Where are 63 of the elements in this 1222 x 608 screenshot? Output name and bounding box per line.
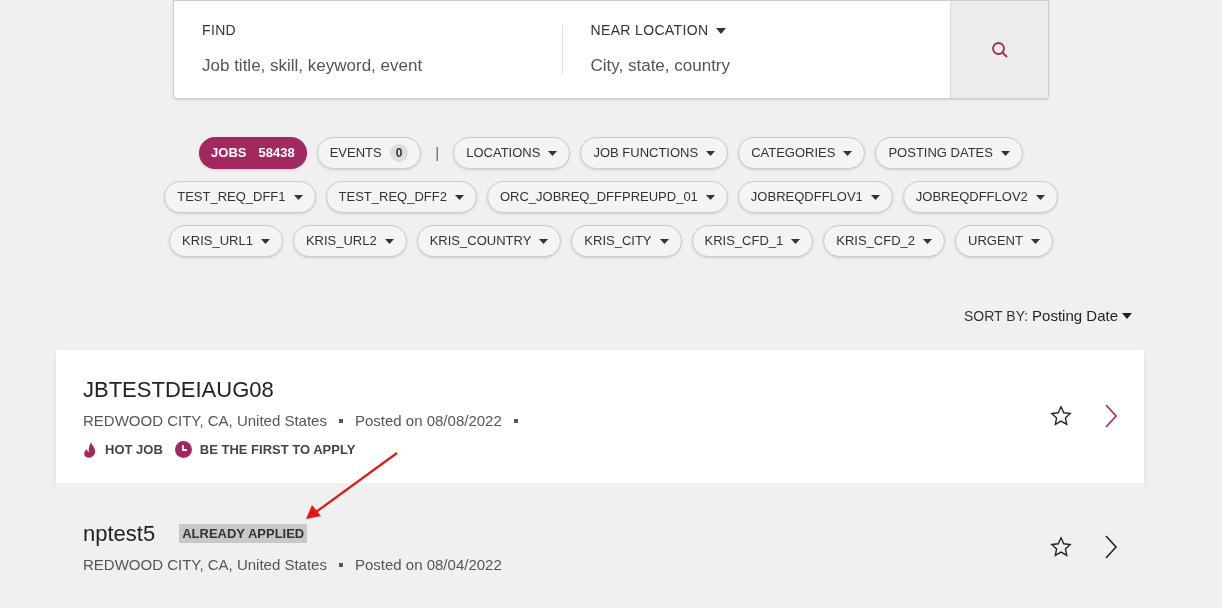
clock-icon xyxy=(174,441,192,459)
bullet-icon xyxy=(338,418,343,423)
job-tag: BE THE FIRST TO APPLY xyxy=(199,440,356,460)
filter-dropdown[interactable]: CATEGORIES xyxy=(738,137,866,169)
filter-dropdown[interactable]: JOBREQDFFLOV2 xyxy=(902,181,1058,213)
caret-icon xyxy=(1000,150,1010,156)
separator: | xyxy=(434,142,441,163)
filter-dropdown[interactable]: KRIS_CFD_1 xyxy=(691,225,814,257)
filter-dropdown[interactable]: KRIS_URL1 xyxy=(169,225,283,257)
job-card[interactable]: JBTESTDEIAUG08 REDWOOD CITY, CA, United States Posted on 08/08/2022 HOT JOB BE THE FIRST TO APPLY xyxy=(56,349,1144,483)
caret-icon xyxy=(384,238,394,244)
caret-icon xyxy=(843,150,853,156)
star-icon[interactable] xyxy=(1050,535,1072,558)
caret-icon[interactable] xyxy=(716,27,727,34)
filter-dropdown[interactable]: KRIS_URL2 xyxy=(292,225,407,257)
filter-dropdown[interactable]: KRIS_CFD_2 xyxy=(823,225,945,257)
filter-dropdown[interactable]: JOB FUNCTIONS xyxy=(580,137,729,169)
filter-tab[interactable]: JOBS 58438 xyxy=(199,137,307,169)
filter-dropdown[interactable]: JOBREQDFFLOV1 xyxy=(737,181,893,213)
caret-icon xyxy=(1030,238,1040,244)
chevron-right-icon[interactable] xyxy=(1104,404,1118,428)
filter-dropdown[interactable]: KRIS_CITY xyxy=(571,225,682,257)
filter-dropdown[interactable]: TEST_REQ_DFF2 xyxy=(325,181,477,213)
caret-icon xyxy=(260,238,270,244)
job-title[interactable]: JBTESTDEIAUG08 xyxy=(83,372,274,406)
posted-date: Posted on 08/08/2022 xyxy=(354,410,502,431)
filter-dropdown[interactable]: URGENT xyxy=(955,225,1053,257)
filter-dropdown[interactable]: LOCATIONS xyxy=(453,137,571,169)
job-title[interactable]: nptest5 xyxy=(83,516,156,550)
location-input[interactable]: City, state, country xyxy=(590,53,934,79)
find-label: FIND xyxy=(202,21,238,41)
search-icon xyxy=(990,40,1009,59)
sort-label: SORT BY: xyxy=(964,306,1029,326)
flame-icon xyxy=(83,441,97,458)
job-location: REDWOOD CITY, CA, United States xyxy=(83,410,327,431)
caret-icon xyxy=(293,194,303,200)
filter-dropdown[interactable]: ORC_JOBREQ_DFFPREUPD_01 xyxy=(486,181,728,213)
sort-dropdown[interactable]: Posting Date xyxy=(1032,305,1132,328)
caret-icon xyxy=(454,194,464,200)
keyword-input[interactable]: Job title, skill, keyword, event xyxy=(202,53,546,79)
caret-icon xyxy=(870,194,880,200)
job-location: REDWOOD CITY, CA, United States xyxy=(83,554,327,575)
job-tag: HOT JOB xyxy=(105,440,163,460)
caret-icon xyxy=(705,194,715,200)
bullet-icon xyxy=(338,563,343,567)
location-label: NEAR LOCATION xyxy=(590,21,709,41)
star-icon[interactable] xyxy=(1050,405,1072,427)
caret-icon xyxy=(539,238,549,244)
status-badge: ALREADY APPLIED xyxy=(179,523,308,543)
filter-dropdown[interactable]: POSTING DATES xyxy=(875,137,1023,169)
chevron-right-icon[interactable] xyxy=(1104,534,1118,559)
caret-icon xyxy=(1035,194,1045,200)
filter-tab[interactable]: EVENTS 0 xyxy=(316,137,422,169)
caret-icon xyxy=(791,238,801,244)
caret-icon xyxy=(923,238,932,244)
caret-icon xyxy=(548,150,558,156)
posted-date: Posted on 08/04/2022 xyxy=(354,554,502,575)
filter-dropdown[interactable]: TEST_REQ_DFF1 xyxy=(164,181,316,213)
filter-dropdown[interactable]: KRIS_COUNTRY xyxy=(416,225,562,257)
caret-icon xyxy=(1122,313,1132,320)
bullet-icon xyxy=(513,418,518,423)
caret-icon xyxy=(706,150,716,156)
caret-icon xyxy=(659,238,669,244)
